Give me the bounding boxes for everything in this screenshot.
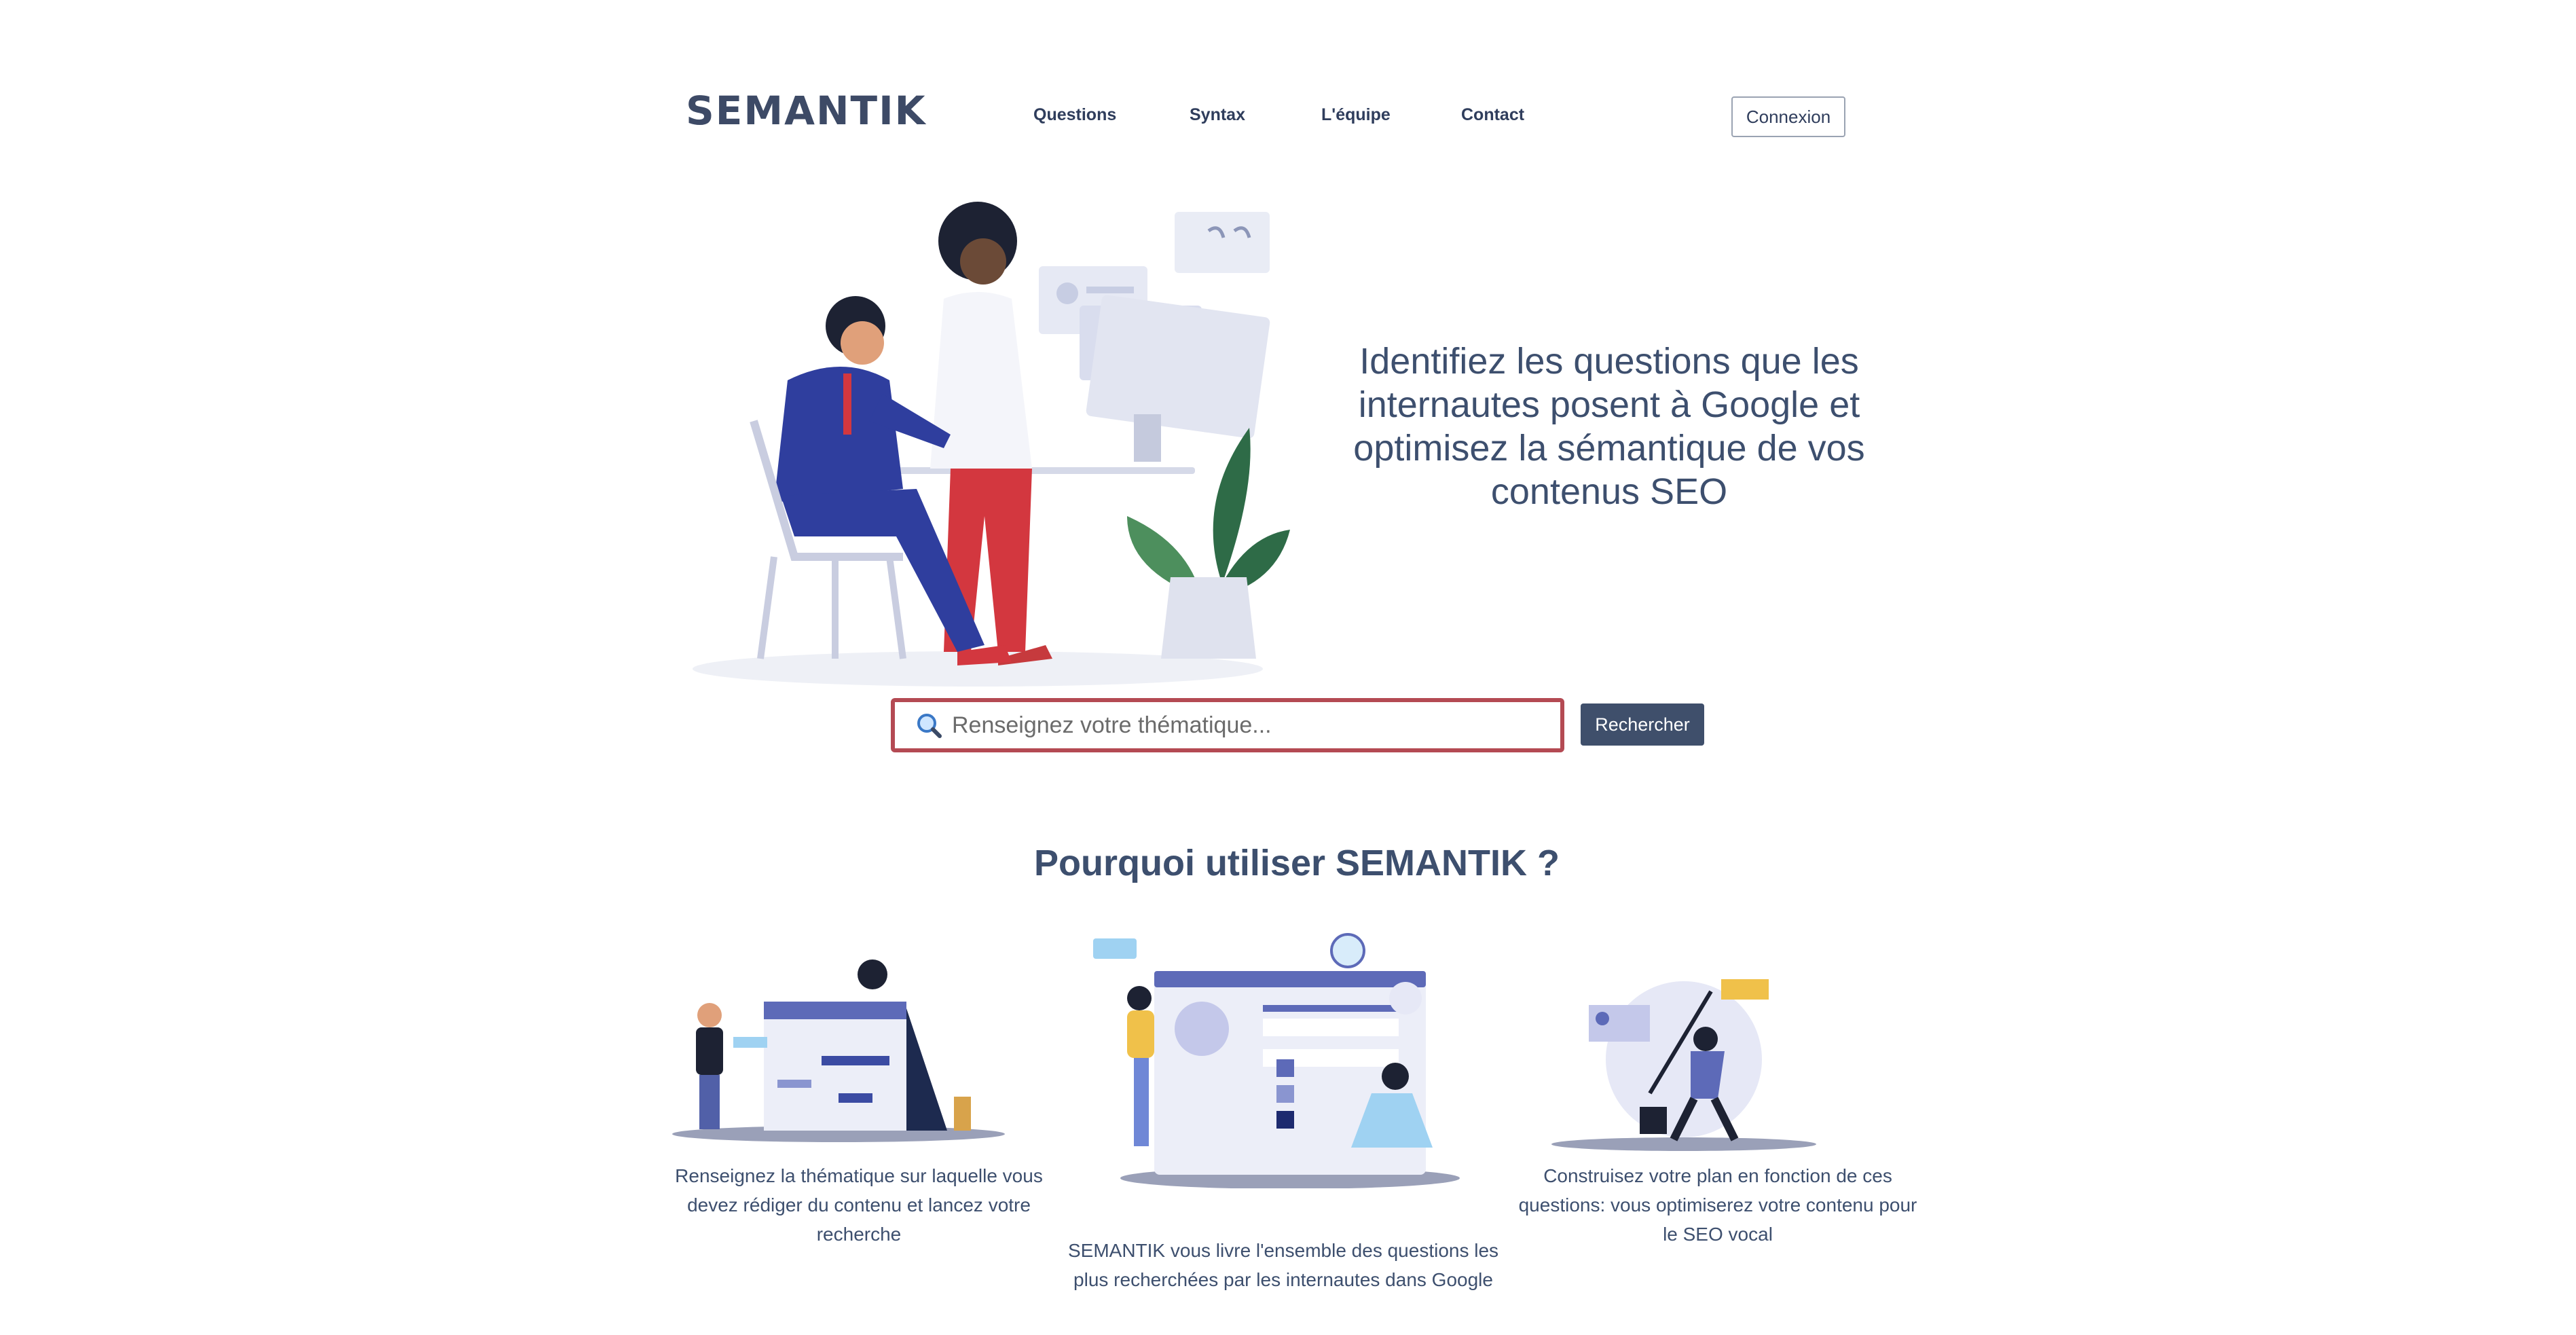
feature-line: Renseignez la thématique sur laquelle vo…	[675, 1165, 1043, 1186]
feature-line: Construisez votre plan en fonction de ce…	[1543, 1165, 1892, 1186]
hero-headline-line: optimisez la sémantique de vos	[1353, 428, 1865, 469]
questions-illustration	[1093, 933, 1460, 1188]
feature-search-text: Renseignez la thématique sur laquelle vo…	[652, 1161, 1066, 1249]
plan-illustration	[1551, 979, 1816, 1151]
feature-line: questions: vous optimiserez votre conten…	[1518, 1194, 1917, 1215]
search-button[interactable]: Rechercher	[1581, 703, 1704, 746]
nav-item-contact[interactable]: Contact	[1461, 103, 1524, 126]
feature-line: le SEO vocal	[1663, 1224, 1773, 1245]
nav-item-syntax[interactable]: Syntax	[1190, 103, 1245, 126]
feature-questions-text: SEMANTIK vous livre l'ensemble des quest…	[1046, 1236, 1521, 1294]
login-button[interactable]: Connexion	[1731, 96, 1845, 137]
calendar-illustration	[672, 959, 1005, 1142]
hero-headline-line: contenus SEO	[1490, 471, 1728, 512]
search-input[interactable]	[951, 711, 1537, 739]
feature-plan-text: Construisez votre plan en fonction de ce…	[1494, 1161, 1942, 1249]
feature-line: devez rédiger du contenu et lancez votre	[687, 1194, 1031, 1215]
hero-headline-line: Identifiez les questions que les	[1359, 341, 1859, 382]
hero-illustration	[693, 202, 1290, 687]
search-box[interactable]	[891, 698, 1564, 752]
nav-item-team[interactable]: L'équipe	[1321, 103, 1391, 126]
logo[interactable]: SEMANTIK	[686, 87, 927, 134]
hero-headline-line: internautes posent à Google et	[1358, 384, 1860, 425]
nav-item-questions[interactable]: Questions	[1033, 103, 1116, 126]
hero-headline: Identifiez les questions que les interna…	[1310, 340, 1908, 513]
feature-line: SEMANTIK vous livre l'ensemble des quest…	[1067, 1240, 1499, 1261]
feature-line: recherche	[816, 1224, 902, 1245]
section-title: Pourquoi utiliser SEMANTIK ?	[1033, 843, 1560, 883]
search-icon	[917, 714, 942, 738]
feature-line: plus recherchées par les internautes dan…	[1073, 1269, 1493, 1290]
